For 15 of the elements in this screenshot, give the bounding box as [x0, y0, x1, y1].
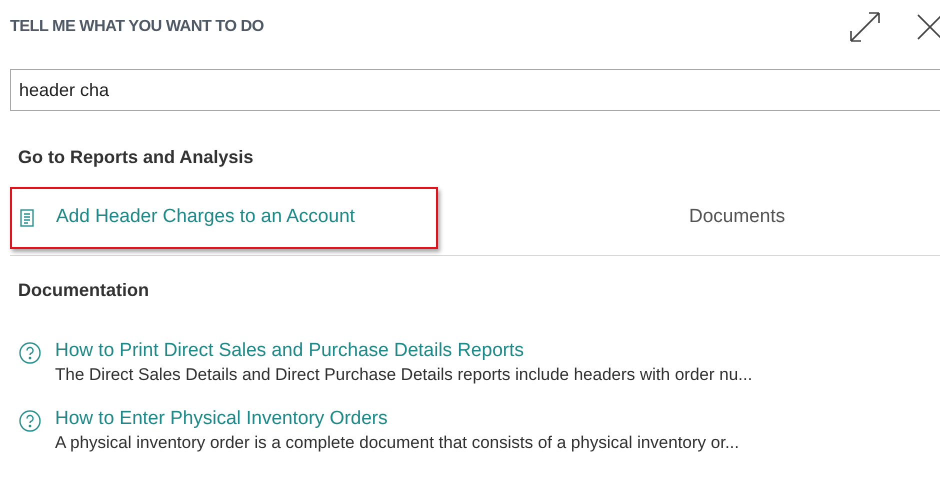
section-heading: Go to Reports and Analysis [17, 146, 254, 169]
help-link[interactable]: How to Print Direct Sales and Purchase Details Reports [55, 339, 752, 363]
search-field[interactable]: header cha [10, 69, 940, 111]
category-label: Documents [689, 205, 786, 230]
document-icon [20, 208, 34, 226]
description: A physical inventory order is a complete document that consists of a physical inventory or... [55, 432, 740, 454]
close-icon[interactable] [916, 13, 940, 41]
help-icon [19, 410, 41, 432]
description: The Direct Sales Details and Direct Purchase Details reports include headers with order nu... [55, 364, 752, 386]
result-link[interactable]: Add Header Charges to an Account [10, 186, 438, 248]
expand-icon[interactable] [848, 10, 882, 44]
help-icon [19, 342, 41, 364]
help-link[interactable]: How to Enter Physical Inventory Orders [55, 407, 740, 431]
dialog-title: TELL ME WHAT YOU WANT TO DO [10, 17, 264, 37]
section-heading: Documentation [17, 279, 150, 302]
